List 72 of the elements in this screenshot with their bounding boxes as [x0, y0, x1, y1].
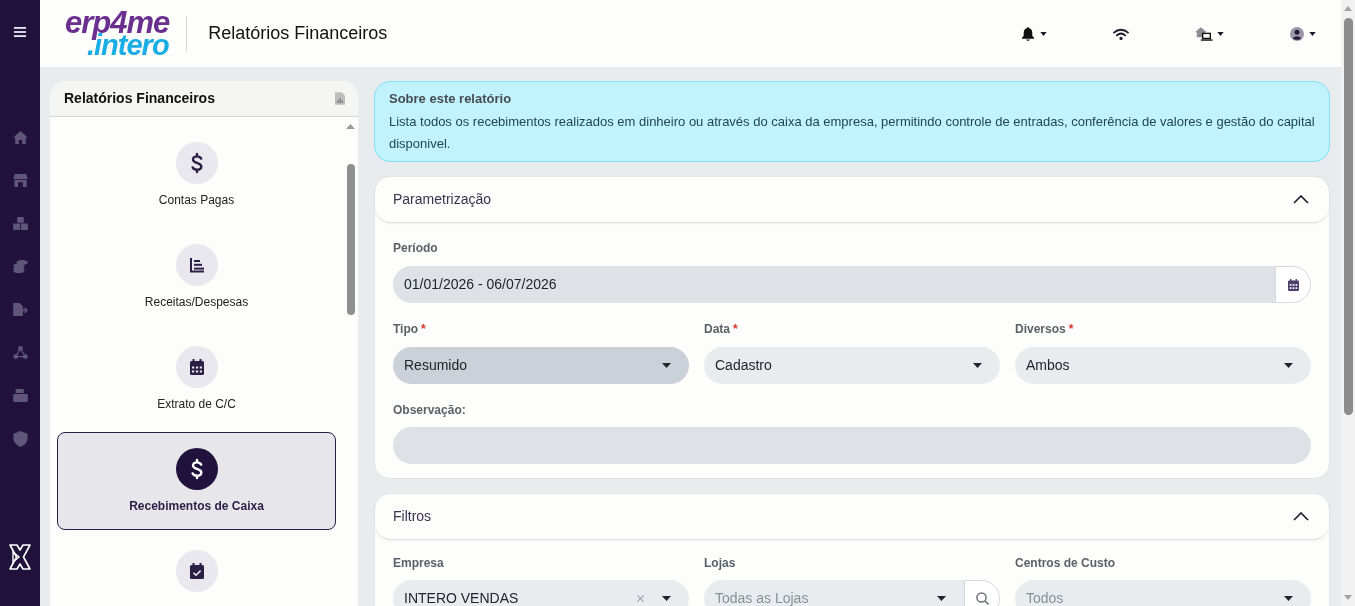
scrollbar-thumb[interactable] [1343, 18, 1353, 415]
boxes-icon[interactable] [12, 217, 28, 230]
select-field[interactable]: Ambos [1015, 347, 1311, 384]
user-avatar-icon [1290, 26, 1304, 41]
report-item[interactable]: Extrato de C/C [57, 330, 336, 428]
chevron-up-icon[interactable] [1293, 512, 1309, 521]
calendar-check-icon [175, 550, 218, 592]
user-menu-button[interactable] [1290, 26, 1316, 41]
caret-down-icon [937, 596, 946, 601]
notifications-button[interactable] [1022, 26, 1047, 41]
home-icon[interactable] [12, 131, 28, 144]
info-text: Lista todos os recebimentos realizados em dinheiro ou através do caixa da empresa, permitindo controle de entradas, conferência de valores e gestão do capital disponivel. [389, 113, 1315, 153]
caret-down-icon [973, 363, 982, 368]
bar-chart-icon [175, 244, 218, 286]
report-file-icon[interactable] [335, 92, 345, 105]
scroll-down-icon[interactable] [1344, 595, 1352, 600]
select-field[interactable]: INTERO VENDAS [393, 580, 689, 606]
network-icon[interactable] [12, 346, 28, 359]
store-switch-button[interactable] [1195, 26, 1224, 41]
section-title: Parametrização [393, 190, 492, 209]
cash-register-icon[interactable] [12, 389, 28, 402]
field-label: Centros de Custo [1015, 555, 1115, 572]
chevron-up-icon[interactable] [1293, 195, 1309, 204]
caret-down-icon [1284, 363, 1293, 368]
date-range-field[interactable]: 01/01/2026 - 06/07/2026 [393, 266, 1275, 303]
house-laptop-icon [1195, 26, 1213, 41]
calendar-button[interactable] [1275, 266, 1311, 303]
section-title: Filtros [393, 507, 432, 526]
report-item[interactable]: Receitas/Despesas [57, 228, 336, 326]
caret-down-icon [662, 363, 671, 368]
scroll-up-icon[interactable] [1344, 6, 1352, 11]
select-field[interactable]: Cadastro [704, 347, 1000, 384]
required-asterisk: * [421, 321, 426, 338]
shield-icon[interactable] [12, 430, 28, 447]
calendar-icon [1287, 278, 1299, 291]
dollar-icon [175, 448, 218, 490]
panel-title: Relatórios Financeiros [64, 89, 215, 108]
dollar-icon [175, 142, 218, 184]
calendar-icon [175, 346, 218, 388]
caret-down-icon [1040, 31, 1047, 36]
scroll-up-icon[interactable] [346, 124, 355, 129]
required-asterisk: * [733, 321, 738, 338]
field-label: Diversos [1015, 321, 1066, 338]
menu-icon[interactable] [14, 27, 26, 37]
search-button[interactable] [964, 580, 1000, 606]
search-icon [975, 592, 989, 605]
observation-field[interactable] [393, 427, 1311, 464]
coins-icon[interactable] [12, 260, 28, 273]
field-label: Observação: [393, 402, 466, 419]
clear-icon[interactable] [637, 595, 644, 602]
store-icon[interactable] [12, 174, 28, 187]
field-label: Lojas [704, 555, 736, 572]
report-item[interactable]: Contas Pagas [57, 126, 336, 224]
field-label: Período [393, 240, 438, 257]
caret-down-icon [1284, 596, 1293, 601]
field-label: Data [704, 321, 730, 338]
caret-down-icon [1309, 31, 1316, 36]
select-field[interactable]: Resumido [393, 347, 689, 384]
report-item[interactable]: Recebimentos de Caixa [57, 432, 336, 530]
logo-icon[interactable] [8, 544, 32, 570]
file-export-icon[interactable] [12, 303, 28, 316]
scrollbar-thumb[interactable] [346, 164, 355, 315]
page-title: Relatórios Financeiros [208, 22, 388, 45]
logo-wordmark: erp4me .intero [65, 10, 170, 57]
field-label: Tipo [393, 321, 419, 338]
bell-icon [1022, 26, 1034, 41]
caret-down-icon [662, 596, 671, 601]
caret-down-icon [1217, 31, 1224, 36]
required-asterisk: * [1068, 321, 1074, 338]
field-label: Empresa [393, 555, 444, 572]
info-title: Sobre este relatório [389, 90, 513, 108]
wifi-icon[interactable] [1113, 27, 1129, 40]
